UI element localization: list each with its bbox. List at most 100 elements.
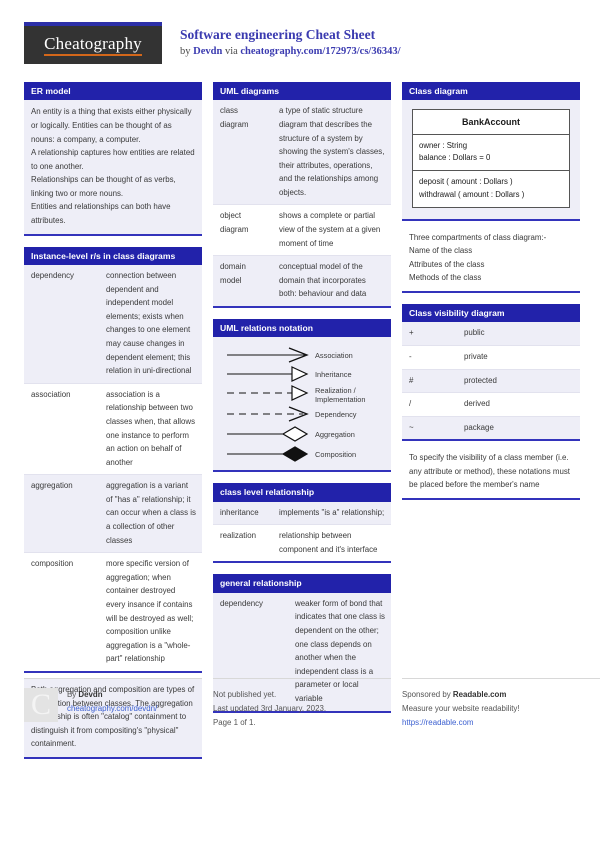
column-2: UML diagrams class diagram a type of sta… [213, 82, 391, 724]
notation-aggregation-icon [227, 426, 309, 443]
row-definition: association is a relationship between tw… [99, 382, 202, 475]
byline-prefix: by [180, 45, 194, 57]
sponsor-name: Readable.com [452, 690, 507, 699]
byline-via: via [222, 45, 241, 57]
table-row: object diagram shows a complete or parti… [213, 204, 391, 256]
publish-status: Not published yet. [213, 690, 277, 699]
row-meaning: package [457, 415, 580, 440]
footer-publish-column: Not published yet. Last updated 3rd Janu… [213, 678, 391, 729]
row-term: realiz­ation [213, 524, 272, 562]
author-profile-link[interactable]: cheatography.com/devdn/ [67, 702, 157, 716]
last-updated: Last updated 3rd January, 2023. [213, 703, 327, 713]
row-symbol: ~ [402, 415, 457, 440]
notation-label-implementation: Implementation [315, 395, 366, 404]
uml-method: deposit ( amount : Dollars ) [419, 177, 513, 187]
table-row: dependency connection between dependent … [24, 264, 202, 384]
footer-sponsor-column: Sponsored by Readable.com Measure your w… [402, 678, 600, 729]
table-row: / derived [402, 392, 580, 417]
row-definition: shows a complete or partial view of the … [272, 204, 391, 256]
class-visibility-note: To specify the visibility of a class mem… [402, 446, 580, 499]
row-term: composition [24, 552, 99, 671]
notation-label-dependency: Dependency [315, 410, 357, 419]
row-definition: implements "is a" relationship; [272, 501, 391, 525]
sponsor-tagline: Measure your website readability! [402, 703, 520, 713]
row-meaning: derived [457, 392, 580, 417]
block-class-diagram: Class diagram BankAccount owner : String… [402, 82, 580, 293]
notation-label-aggregation: Aggregation [315, 430, 355, 439]
row-term: inheri­tance [213, 501, 272, 525]
author-avatar: C [24, 688, 58, 722]
author-by-label: By [67, 690, 79, 699]
sponsor-link[interactable]: https://readable.com [402, 716, 600, 730]
row-term: class diagram [213, 100, 272, 205]
block-class-level-relationship: class level relationship inheri­tance im… [213, 483, 391, 564]
uml-method: withdrawal ( amount : Dollars ) [419, 189, 525, 199]
row-term: association [24, 382, 99, 475]
cheatography-logo-text: Cheatography [44, 34, 142, 57]
block-title-er-model: ER model [24, 82, 202, 101]
table-row: - private [402, 344, 580, 369]
instance-level-table: dependency connection between dependent … [24, 264, 202, 671]
uml-attribute: balance : Dollars = 0 [419, 153, 491, 163]
block-uml-relations: UML relations notation Association Inher… [213, 319, 391, 473]
row-definition: relationship between component and it's … [272, 524, 391, 562]
class-visibility-table: + public - private # protected / derived… [402, 322, 580, 440]
author-byline: By Devdn [67, 688, 157, 702]
row-definition: conceptual model of the domain that inco… [272, 255, 391, 307]
table-row: inheri­tance implements "is a" relations… [213, 501, 391, 525]
cheatography-logo[interactable]: Cheatography [24, 22, 162, 64]
uml-class-box-wrapper: BankAccount owner : String balance : Dol… [402, 100, 580, 219]
notation-label-composition: Composition [315, 450, 356, 459]
page-title: Software engineering Cheat Sheet [180, 27, 376, 42]
page-footer: C By Devdn cheatography.com/devdn/ Not p… [24, 678, 600, 729]
uml-class-name: BankAccount [413, 110, 569, 136]
table-row: composition more specific version of agg… [24, 552, 202, 671]
class-level-table: inheri­tance implements "is a" relations… [213, 501, 391, 562]
block-body-uml-relations: Association Inheritance Realization / Im… [213, 337, 391, 473]
uml-relations-notation-diagram: Association Inheritance Realization / Im… [213, 337, 391, 471]
uml-class-methods: deposit ( amount : Dollars ) withdrawal … [413, 171, 569, 206]
page-header: Cheatography Software engineering Cheat … [24, 22, 576, 72]
row-meaning: public [457, 322, 580, 346]
block-class-visibility: Class visibility diagram + public - priv… [402, 304, 580, 501]
row-symbol: # [402, 368, 457, 393]
notation-label-association: Association [315, 351, 353, 360]
table-row: association association is a relationshi… [24, 382, 202, 475]
row-definition: connection between dependent and indepen… [99, 264, 202, 384]
footer-author-column: C By Devdn cheatography.com/devdn/ [24, 678, 202, 729]
row-symbol: / [402, 392, 457, 417]
class-visibility-note-wrap: To specify the visibility of a class mem… [402, 446, 580, 501]
notation-inheritance-icon [227, 366, 309, 383]
author-name: Devdn [78, 690, 103, 699]
block-title-class-diagram: Class diagram [402, 82, 580, 101]
page-byline: by Devdn via cheatography.com/172973/cs/… [180, 45, 401, 59]
notation-realization-icon [227, 385, 309, 402]
table-row: realiz­ation relationship between compon… [213, 524, 391, 562]
notation-dependency-icon [227, 406, 309, 422]
row-term: aggregation [24, 474, 99, 553]
block-body-class-level-relationship: inheri­tance implements "is a" relations… [213, 501, 391, 564]
byline-source-url[interactable]: cheatography.com/172973/cs/36343/ [240, 46, 400, 57]
row-symbol: - [402, 344, 457, 369]
row-term: dependency [24, 264, 99, 384]
block-uml-diagrams: UML diagrams class diagram a type of sta… [213, 82, 391, 309]
uml-attribute: owner : String [419, 141, 468, 151]
uml-diagrams-table: class diagram a type of static structure… [213, 100, 391, 307]
row-term: object diagram [213, 204, 272, 256]
author-info: By Devdn cheatography.com/devdn/ [67, 688, 157, 729]
row-definition: a type of static structure diagram that … [272, 100, 391, 205]
notation-association-icon [227, 347, 309, 363]
block-body-er-model: An entity is a thing that exists either … [24, 100, 202, 236]
columns-container: ER model An entity is a thing that exist… [24, 82, 580, 770]
er-model-text: An entity is a thing that exists either … [24, 100, 202, 234]
table-row: # protected [402, 368, 580, 393]
byline-author[interactable]: Devdn [193, 46, 222, 57]
block-body-class-diagram: BankAccount owner : String balance : Dol… [402, 100, 580, 221]
sponsor-prefix: Sponsored by [402, 690, 453, 699]
table-row: aggregation aggregation is a variant of … [24, 474, 202, 553]
column-1: ER model An entity is a thing that exist… [24, 82, 202, 770]
block-title-general-relationship: general relationship [213, 574, 391, 593]
table-row: ~ package [402, 415, 580, 440]
column-3: Class diagram BankAccount owner : String… [402, 82, 580, 511]
row-meaning: private [457, 344, 580, 369]
